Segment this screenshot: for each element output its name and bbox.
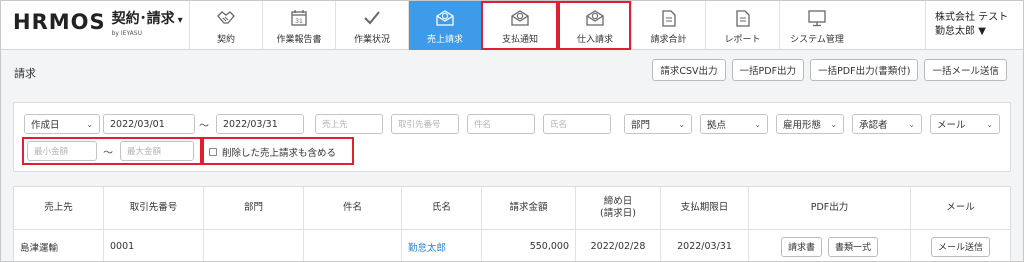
nav-label: 仕入請求: [576, 35, 613, 45]
invoice-table: 売上先 取引先番号 部門 件名 氏名 請求金額 締め日 (請求日) 支払期限日 P…: [13, 186, 1011, 261]
filter-panel: 作成日 ⌄ 2022/03/01 〜 2022/03/31 売上先 取引先番号 件…: [13, 102, 1011, 172]
cell-due-date: 2022/03/31: [661, 230, 749, 261]
base-select[interactable]: 拠点 ⌄: [700, 114, 768, 134]
nav-invoice-total[interactable]: 請求合計: [631, 1, 705, 50]
nav-label: 契約: [216, 35, 235, 45]
action-buttons: 請求CSV出力 一括PDF出力 一括PDF出力(書類付) 一括メール送信: [652, 59, 1007, 81]
cell-subject: [304, 230, 402, 261]
page-title: 請求: [14, 67, 36, 80]
document-icon: [735, 9, 750, 27]
department-select[interactable]: 部門 ⌄: [624, 114, 692, 134]
date-to-input[interactable]: 2022/03/31: [216, 114, 304, 134]
col-pdf-output: PDF出力: [749, 187, 911, 229]
nav-purchase-invoice[interactable]: 仕入請求: [558, 1, 631, 50]
csv-export-button[interactable]: 請求CSV出力: [652, 59, 726, 81]
document-icon: [661, 9, 676, 27]
chevron-down-icon: ⌄: [754, 119, 761, 129]
date-from-input[interactable]: 2022/03/01: [103, 114, 195, 134]
nav-work-report[interactable]: 31 作業報告書: [262, 1, 335, 50]
user-name[interactable]: 勤怠太郎 ▼: [935, 25, 1023, 39]
chevron-down-icon: ⌄: [986, 119, 993, 129]
col-customer[interactable]: 売上先: [14, 187, 104, 229]
nav-sales-invoice[interactable]: 売上請求: [408, 1, 481, 50]
app-window: HRMOS 契約･請求 ▾ by IEYASU 契約 31 作業報告書 作業状況…: [0, 0, 1024, 262]
range-separator: 〜: [199, 121, 209, 132]
logo-text: HRMOS: [13, 10, 106, 34]
checkmark-icon: [363, 9, 381, 27]
bulk-pdf-button[interactable]: 一括PDF出力: [731, 59, 805, 81]
app-logo[interactable]: HRMOS 契約･請求 ▾ by IEYASU: [13, 10, 183, 38]
customer-number-input[interactable]: 取引先番号: [391, 114, 459, 134]
account-menu[interactable]: 株式会社 テスト 勤怠太郎 ▼: [925, 1, 1023, 50]
col-name[interactable]: 氏名: [402, 187, 482, 229]
col-subject[interactable]: 件名: [304, 187, 402, 229]
svg-text:31: 31: [295, 18, 303, 25]
range-separator: 〜: [103, 148, 113, 159]
chevron-down-icon: ⌄: [678, 119, 685, 129]
checkbox-icon[interactable]: [209, 148, 217, 156]
document-set-pdf-button[interactable]: 書類一式: [828, 236, 879, 257]
cell-pdf-actions: 請求書 書類一式: [749, 230, 911, 261]
col-amount[interactable]: 請求金額: [482, 187, 576, 229]
nav-label: 売上請求: [426, 35, 463, 45]
bulk-mail-button[interactable]: 一括メール送信: [924, 59, 1007, 81]
nav-label: レポート: [724, 35, 761, 45]
employment-type-select[interactable]: 雇用形態 ⌄: [776, 114, 844, 134]
product-switcher[interactable]: 契約･請求 ▾: [112, 10, 183, 30]
mail-yen-icon: [510, 9, 530, 27]
col-customer-number[interactable]: 取引先番号: [104, 187, 204, 229]
cell-amount: 550,000: [482, 230, 576, 261]
nav-label: 作業状況: [353, 35, 390, 45]
table-row: 島津運輸 0001 勤怠太郎 550,000 2022/02/28 2022/0…: [14, 230, 1010, 261]
nav-work-status[interactable]: 作業状況: [335, 1, 408, 50]
nav-payment-notice[interactable]: 支払通知: [481, 1, 558, 50]
table-header: 売上先 取引先番号 部門 件名 氏名 請求金額 締め日 (請求日) 支払期限日 P…: [14, 187, 1010, 230]
calendar-icon: 31: [290, 9, 308, 27]
nav-label: 支払通知: [501, 35, 538, 45]
handshake-icon: [216, 9, 236, 27]
min-amount-input[interactable]: 最小金額: [27, 141, 97, 161]
cell-customer-number: 0001: [104, 230, 204, 261]
cell-name-link[interactable]: 勤怠太郎: [402, 230, 482, 261]
logo-subtitle: by IEYASU: [111, 30, 142, 37]
send-mail-button[interactable]: メール送信: [930, 236, 990, 257]
col-closing-date[interactable]: 締め日 (請求日): [576, 187, 661, 229]
nav-label: 作業報告書: [276, 35, 322, 45]
cell-department: [204, 230, 304, 261]
col-due-date[interactable]: 支払期限日: [661, 187, 749, 229]
cell-customer: 島津運輸: [14, 230, 104, 261]
chevron-down-icon: ⌄: [830, 119, 837, 129]
nav-system-admin[interactable]: システム管理: [779, 1, 854, 50]
monitor-icon: [808, 9, 826, 27]
nav-label: 請求合計: [650, 35, 687, 45]
chevron-down-icon: ⌄: [908, 119, 915, 129]
nav-report[interactable]: レポート: [705, 1, 779, 50]
main-nav: 契約 31 作業報告書 作業状況 売上請求 支払通知 仕入請求 請求合計 レポー…: [189, 1, 854, 50]
col-mail: メール: [946, 202, 975, 213]
date-type-select[interactable]: 作成日 ⌄: [24, 114, 100, 134]
approver-select[interactable]: 承認者 ⌄: [852, 114, 922, 134]
mail-select[interactable]: メール ⌄: [930, 114, 1000, 134]
top-navigation-bar: HRMOS 契約･請求 ▾ by IEYASU 契約 31 作業報告書 作業状況…: [1, 1, 1023, 50]
col-department[interactable]: 部門: [204, 187, 304, 229]
include-deleted-checkbox[interactable]: 削除した売上請求も含める: [209, 145, 336, 159]
name-input[interactable]: 氏名: [543, 114, 611, 134]
invoice-pdf-button[interactable]: 請求書: [780, 236, 822, 257]
bulk-pdf-with-docs-button[interactable]: 一括PDF出力(書類付): [810, 59, 919, 81]
cell-closing-date: 2022/02/28: [576, 230, 661, 261]
chevron-down-icon: ▼: [978, 26, 986, 37]
max-amount-input[interactable]: 最大金額: [120, 141, 194, 161]
nav-contract[interactable]: 契約: [189, 1, 262, 50]
mail-yen-icon: [435, 9, 455, 27]
cell-mail-action: メール送信: [911, 230, 1010, 261]
nav-label: システム管理: [790, 35, 844, 45]
company-name: 株式会社 テスト: [935, 12, 1009, 23]
customer-input[interactable]: 売上先: [315, 114, 383, 134]
mail-yen-icon: [585, 9, 605, 27]
subject-input[interactable]: 件名: [467, 114, 535, 134]
chevron-down-icon: ⌄: [86, 119, 93, 129]
